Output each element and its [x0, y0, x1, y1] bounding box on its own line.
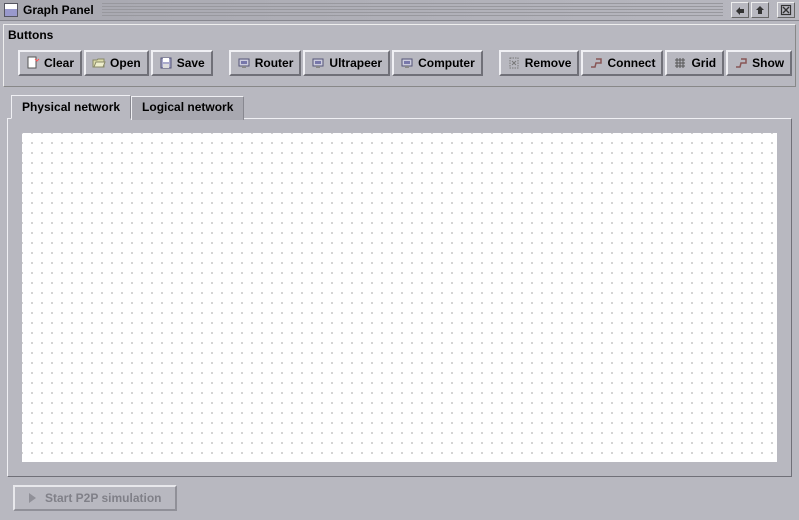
router-button[interactable]: Router [229, 50, 302, 76]
buttons-panel-label: Buttons [6, 27, 793, 44]
show-button[interactable]: Show [726, 50, 792, 76]
grid-icon [673, 56, 687, 70]
clear-icon [26, 56, 40, 70]
computer-icon [400, 56, 414, 70]
start-simulation-label: Start P2P simulation [45, 491, 161, 505]
save-button[interactable]: Save [151, 50, 213, 76]
computer-button[interactable]: Computer [392, 50, 483, 76]
connect-label: Connect [607, 56, 655, 70]
ultrapeer-button[interactable]: Ultrapeer [303, 50, 390, 76]
tabs: Physical network Logical network [3, 87, 796, 119]
router-label: Router [255, 56, 294, 70]
maximize-button[interactable] [751, 2, 769, 18]
canvas-container [7, 118, 792, 477]
show-label: Show [752, 56, 784, 70]
remove-button[interactable]: Remove [499, 50, 580, 76]
tab-physical-network[interactable]: Physical network [11, 95, 131, 119]
remove-icon [507, 56, 521, 70]
grid-label: Grid [691, 56, 716, 70]
open-button[interactable]: Open [84, 50, 149, 76]
toolbar-group-file: Clear Open Save [18, 50, 213, 76]
ultrapeer-icon [311, 56, 325, 70]
ultrapeer-label: Ultrapeer [329, 56, 382, 70]
window-title: Graph Panel [23, 3, 94, 17]
connect-icon [589, 56, 603, 70]
content: Buttons Clear Open [0, 21, 799, 520]
show-icon [734, 56, 748, 70]
remove-label: Remove [525, 56, 572, 70]
computer-label: Computer [418, 56, 475, 70]
start-simulation-button[interactable]: Start P2P simulation [13, 485, 177, 511]
connect-button[interactable]: Connect [581, 50, 663, 76]
clear-button[interactable]: Clear [18, 50, 82, 76]
router-icon [237, 56, 251, 70]
window: Graph Panel Buttons [0, 0, 799, 520]
tab-logical-network[interactable]: Logical network [131, 96, 244, 120]
footer: Start P2P simulation [3, 481, 796, 517]
play-icon [25, 491, 39, 505]
clear-label: Clear [44, 56, 74, 70]
toolbar: Clear Open Save [6, 44, 793, 84]
grid-button[interactable]: Grid [665, 50, 724, 76]
toolbar-group-nodes: Router Ultrapeer Computer [229, 50, 483, 76]
tab-logical-label: Logical network [142, 100, 233, 114]
network-canvas[interactable] [22, 133, 777, 462]
open-label: Open [110, 56, 141, 70]
save-label: Save [177, 56, 205, 70]
titlebar-buttons [731, 2, 795, 18]
save-icon [159, 56, 173, 70]
titlebar[interactable]: Graph Panel [0, 0, 799, 21]
toolbar-group-actions: Remove Connect Grid [499, 50, 792, 76]
titlebar-gripper [102, 2, 723, 18]
minimize-arrow-button[interactable] [731, 2, 749, 18]
open-icon [92, 56, 106, 70]
tab-physical-label: Physical network [22, 100, 120, 114]
buttons-panel: Buttons Clear Open [3, 24, 796, 87]
window-icon [4, 3, 18, 17]
close-button[interactable] [777, 2, 795, 18]
